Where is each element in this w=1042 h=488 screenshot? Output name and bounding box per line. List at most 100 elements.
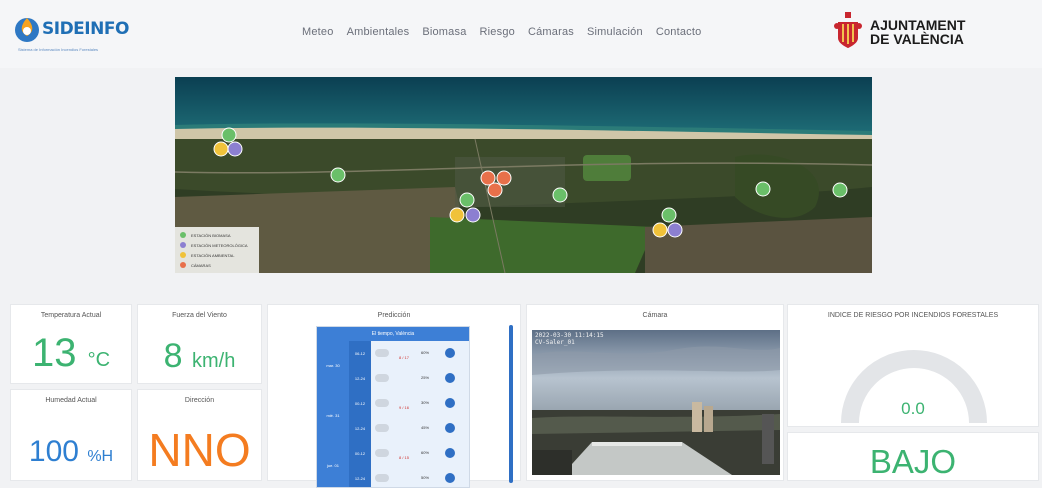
forecast-day: mar. 30 bbox=[317, 341, 349, 391]
direction-card: Dirección NNO bbox=[137, 389, 262, 481]
map-marker-bio[interactable] bbox=[330, 167, 346, 183]
risk-gauge-card: INDICE DE RIESGO POR INCENDIOS FORESTALE… bbox=[787, 304, 1039, 427]
forecast-pct: 50% bbox=[421, 475, 430, 480]
forecast-time: 06-12 bbox=[349, 341, 371, 366]
cloud-icon bbox=[375, 349, 389, 357]
forecast-day-label: jue. 01 bbox=[326, 463, 339, 468]
map-marker-amb[interactable] bbox=[652, 222, 668, 238]
humidity-value-wrap: 100 %H bbox=[11, 435, 131, 469]
ajuntament-text: AJUNTAMENT DE VALÈNCIA bbox=[870, 18, 990, 46]
temperature-value: 13 bbox=[31, 331, 77, 375]
flame-drop-icon bbox=[15, 18, 39, 42]
wind-icon bbox=[445, 398, 455, 408]
wind-icon bbox=[445, 348, 455, 358]
camera-timestamp: 2022-03-30 11:14:15 CV-Saler_01 bbox=[535, 332, 604, 346]
humidity-unit: %H bbox=[87, 448, 114, 465]
map-marker-bio[interactable] bbox=[459, 192, 475, 208]
forecast-time: 12-24 bbox=[349, 416, 371, 441]
prediction-scrollbar[interactable] bbox=[509, 325, 513, 483]
map-marker-bio[interactable] bbox=[661, 207, 677, 223]
forecast-temp: 8 / 17 bbox=[399, 355, 410, 360]
wind-force-value: 8 bbox=[163, 337, 183, 375]
temperature-unit: °C bbox=[87, 349, 111, 371]
ajuntament-line1: AJUNTAMENT bbox=[870, 17, 966, 33]
camera-photo bbox=[532, 330, 780, 475]
legend-row-ambiental: ESTACIÓN AMBIENTAL bbox=[180, 252, 234, 258]
wind-icon bbox=[445, 423, 455, 433]
risk-value: 0.0 bbox=[901, 399, 925, 418]
camera-title: Cámara bbox=[642, 312, 668, 319]
nav-meteo[interactable]: Meteo bbox=[302, 26, 334, 38]
map-marker-bio[interactable] bbox=[755, 181, 771, 197]
map-marker-met[interactable] bbox=[465, 207, 481, 223]
map-marker-met[interactable] bbox=[667, 222, 683, 238]
map-marker-amb[interactable] bbox=[449, 207, 465, 223]
map-marker-amb[interactable] bbox=[213, 141, 229, 157]
map-marker-bio[interactable] bbox=[221, 127, 237, 143]
map-marker-met[interactable] bbox=[227, 141, 243, 157]
temperature-value-wrap: 13 °C bbox=[11, 331, 131, 376]
nav-camaras[interactable]: Cámaras bbox=[528, 26, 574, 38]
map-marker-bio[interactable] bbox=[832, 182, 848, 198]
header: SIDEINFO Sistema de Información Incendio… bbox=[0, 0, 1042, 68]
map-marker-cam[interactable] bbox=[487, 182, 503, 198]
camera-stamp-name: CV-Saler_01 bbox=[535, 339, 575, 346]
direction-value: NNO bbox=[148, 424, 251, 476]
nav-contacto[interactable]: Contacto bbox=[656, 26, 702, 38]
forecast-row: 12-24 25% bbox=[349, 366, 469, 391]
wind-force-card: Fuerza del Viento 8 km/h bbox=[137, 304, 262, 384]
map-markers-layer bbox=[213, 127, 848, 238]
forecast-widget-title: El tiempo, València bbox=[317, 327, 469, 341]
legend-row-camaras: CÁMARAS bbox=[180, 262, 211, 268]
camera-card: Cámara 2022-03-30 11:14:15 CV-Saler_01 bbox=[526, 304, 784, 481]
legend-label-meteorologica: ESTACIÓN METEOROLÓGICA bbox=[191, 242, 248, 248]
forecast-row: 00-12 8 / 15 60% bbox=[349, 441, 469, 466]
forecast-row: 06-12 8 / 17 60% bbox=[349, 341, 469, 366]
ajuntament-line2: DE VALÈNCIA bbox=[870, 31, 964, 47]
camera-stamp-date: 2022-03-30 11:14:15 bbox=[535, 332, 604, 339]
wind-force-unit: km/h bbox=[192, 350, 236, 372]
direction-title: Dirección bbox=[184, 397, 215, 404]
legend-row-meteorologica: ESTACIÓN METEOROLÓGICA bbox=[180, 242, 248, 248]
forecast-row: 00-12 9 / 16 30% bbox=[349, 391, 469, 416]
forecast-pct: 30% bbox=[421, 400, 430, 405]
prediction-title: Predicción bbox=[377, 312, 411, 319]
logo-text: SIDEINFO bbox=[42, 19, 129, 39]
forecast-widget[interactable]: El tiempo, València mar. 30 06-12 8 / 17… bbox=[316, 326, 470, 488]
nav-ambientales[interactable]: Ambientales bbox=[347, 26, 410, 38]
main-nav: Meteo Ambientales Biomasa Riesgo Cámaras… bbox=[302, 26, 701, 38]
wind-force-value-wrap: 8 km/h bbox=[138, 337, 261, 376]
forecast-time: 12-24 bbox=[349, 366, 371, 391]
forecast-day: mié. 31 bbox=[317, 391, 349, 441]
legend-dot-meteorologica bbox=[180, 242, 186, 248]
risk-level: BAJO bbox=[869, 443, 957, 480]
nav-riesgo[interactable]: Riesgo bbox=[480, 26, 515, 38]
legend-dot-biomasa bbox=[180, 232, 186, 238]
stations-map[interactable]: ESTACIÓN BIOMASA ESTACIÓN METEOROLÓGICA … bbox=[175, 77, 872, 273]
cloud-icon bbox=[375, 399, 389, 407]
legend-label-ambiental: ESTACIÓN AMBIENTAL bbox=[191, 252, 235, 258]
forecast-temp: 9 / 16 bbox=[399, 405, 410, 410]
nav-biomasa[interactable]: Biomasa bbox=[422, 26, 466, 38]
forecast-row: 12-24 45% bbox=[349, 416, 469, 441]
prediction-card: Predicción El tiempo, València mar. 30 0… bbox=[267, 304, 521, 488]
valencia-coat-of-arms-icon bbox=[834, 12, 862, 48]
cloud-icon bbox=[375, 449, 389, 457]
map-marker-cam[interactable] bbox=[496, 170, 512, 186]
nav-simulacion[interactable]: Simulación bbox=[587, 26, 643, 38]
temperature-title: Temperatura Actual bbox=[40, 312, 102, 319]
logo-subtitle: Sistema de Información Incendios Foresta… bbox=[18, 47, 99, 52]
forecast-pct: 60% bbox=[421, 350, 430, 355]
camera-image[interactable]: 2022-03-30 11:14:15 CV-Saler_01 bbox=[532, 330, 780, 475]
map-marker-bio[interactable] bbox=[552, 187, 568, 203]
forecast-pct: 60% bbox=[421, 450, 430, 455]
cloud-icon bbox=[375, 374, 389, 382]
wind-force-title: Fuerza del Viento bbox=[172, 312, 227, 319]
forecast-pct: 45% bbox=[421, 425, 430, 430]
wind-icon bbox=[445, 448, 455, 458]
cloud-icon bbox=[375, 424, 389, 432]
forecast-day-label: mar. 30 bbox=[326, 363, 340, 368]
forecast-day-label: mié. 31 bbox=[326, 413, 340, 418]
forecast-temp: 8 / 15 bbox=[399, 455, 410, 460]
humidity-card: Humedad Actual 100 %H bbox=[10, 389, 132, 481]
